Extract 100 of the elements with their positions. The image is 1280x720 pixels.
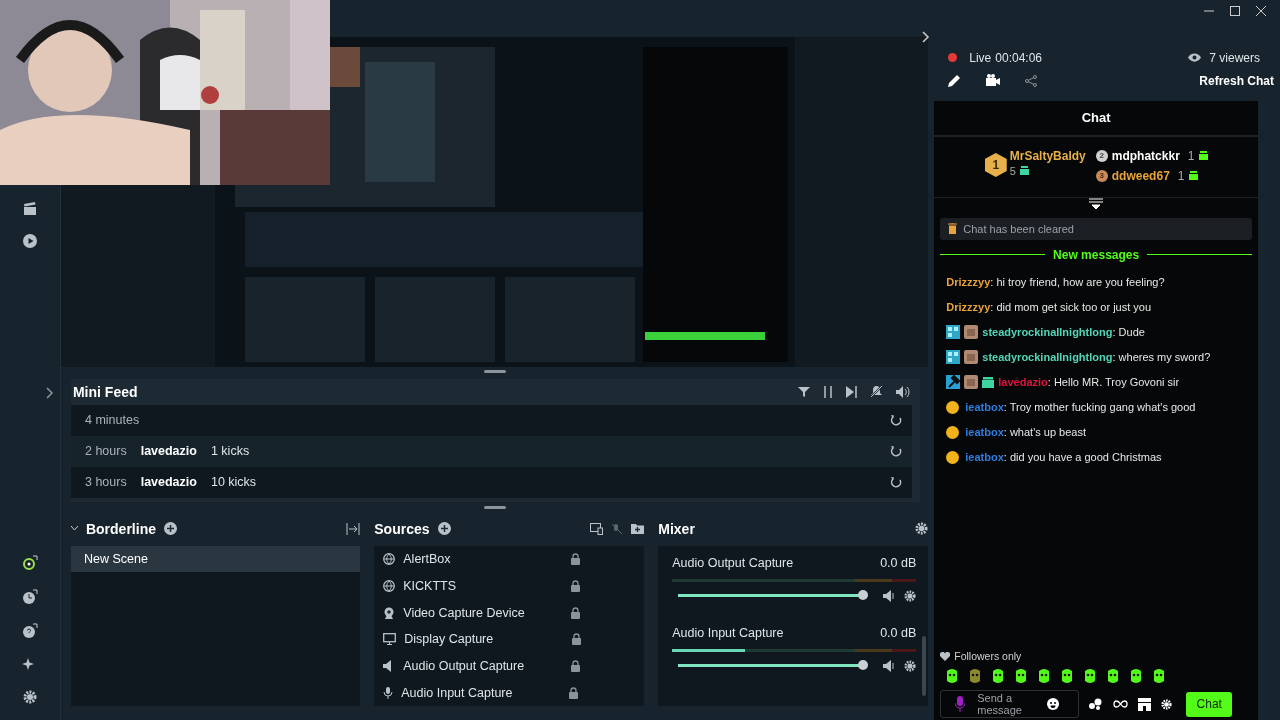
event-user: lavedazio bbox=[140, 444, 197, 459]
gifter-name: ddweed67 bbox=[1111, 168, 1170, 183]
clock-icon[interactable] bbox=[21, 589, 38, 605]
message-text: : hi troy friend, how are you feeling? bbox=[990, 276, 1165, 289]
lock-icon[interactable] bbox=[571, 606, 581, 619]
gift-icon bbox=[1188, 171, 1198, 181]
infinity-icon[interactable] bbox=[1113, 700, 1129, 708]
event-amount: 1 kicks bbox=[210, 444, 250, 459]
muted-bell-icon[interactable] bbox=[870, 385, 884, 399]
play-icon[interactable] bbox=[22, 233, 37, 248]
event-time: 3 hours bbox=[84, 475, 127, 490]
mic-slash-icon[interactable] bbox=[611, 522, 624, 535]
chat-username[interactable]: lavedazio bbox=[998, 376, 1048, 389]
message-text: : Dude bbox=[1112, 326, 1145, 339]
event-time: 4 minutes bbox=[84, 413, 140, 428]
microphone-icon bbox=[383, 686, 394, 699]
avatar-icon bbox=[964, 375, 979, 390]
split-icon[interactable] bbox=[346, 522, 361, 535]
close-icon[interactable] bbox=[1256, 6, 1266, 16]
eye-icon bbox=[1188, 53, 1202, 63]
event-time: 2 hours bbox=[84, 444, 127, 459]
filter-icon[interactable] bbox=[798, 385, 811, 398]
message-field[interactable]: Send a message bbox=[940, 690, 1080, 718]
lock-icon[interactable] bbox=[571, 659, 581, 672]
trash-icon bbox=[948, 223, 958, 235]
chevron-right-icon[interactable] bbox=[922, 30, 931, 43]
chat-username[interactable]: ieatbox bbox=[965, 401, 1004, 414]
webcam-icon bbox=[383, 606, 396, 619]
globe-icon bbox=[383, 579, 396, 592]
video-camera-icon[interactable] bbox=[986, 74, 1001, 88]
avatar-icon bbox=[964, 350, 979, 365]
panel-title: Sources bbox=[374, 520, 430, 537]
folder-add-icon[interactable] bbox=[631, 523, 645, 535]
stream-timer: 00:04:06 bbox=[995, 50, 1042, 65]
message-text: : did you have a good Christmas bbox=[1003, 451, 1162, 464]
refresh-chat-button[interactable]: Refresh Chat bbox=[1199, 73, 1274, 88]
gift-count: 5 bbox=[1009, 164, 1016, 177]
coin-icon bbox=[946, 400, 960, 414]
clapperboard-icon[interactable] bbox=[22, 201, 37, 215]
devices-icon[interactable] bbox=[590, 522, 604, 535]
og-badge-icon bbox=[946, 325, 961, 340]
source-name: Video Capture Device bbox=[403, 605, 526, 620]
help-icon[interactable] bbox=[21, 623, 38, 639]
spinner-icon[interactable] bbox=[21, 555, 38, 571]
store-icon[interactable] bbox=[1138, 697, 1152, 711]
microphone-icon bbox=[955, 696, 966, 712]
channel-name: Audio Output Capture bbox=[672, 555, 794, 570]
chat-username[interactable]: ieatbox bbox=[965, 426, 1004, 439]
maximize-icon[interactable] bbox=[1230, 6, 1240, 16]
source-item[interactable]: KICKTTS bbox=[374, 572, 645, 600]
dots-icon[interactable] bbox=[1089, 698, 1104, 710]
gift-count: 1 bbox=[1187, 148, 1195, 163]
volume-icon[interactable] bbox=[883, 659, 896, 672]
panel-title: Mixer bbox=[658, 520, 695, 537]
gift-icon bbox=[1019, 166, 1029, 176]
lock-icon[interactable] bbox=[571, 553, 581, 566]
collapse-icon[interactable] bbox=[1089, 197, 1104, 209]
share-icon[interactable] bbox=[1025, 74, 1038, 87]
volume-icon[interactable] bbox=[883, 589, 896, 602]
channel-name: Audio Input Capture bbox=[672, 625, 784, 640]
lock-icon[interactable] bbox=[569, 686, 579, 699]
settings-icon[interactable] bbox=[915, 522, 929, 536]
scene-item[interactable]: New Scene bbox=[70, 545, 361, 572]
message-text: : Hello MR. Troy Govoni sir bbox=[1047, 376, 1180, 389]
emoji-icon[interactable] bbox=[1047, 698, 1060, 710]
lock-icon[interactable] bbox=[571, 579, 581, 592]
pencil-icon[interactable] bbox=[948, 74, 962, 88]
message-text: : wheres my sword? bbox=[1112, 351, 1211, 364]
add-icon[interactable] bbox=[437, 522, 451, 536]
resize-handle[interactable] bbox=[483, 369, 506, 373]
settings-icon[interactable] bbox=[22, 690, 37, 704]
source-item[interactable]: Video Capture Device bbox=[374, 599, 645, 626]
chevron-right-icon[interactable] bbox=[45, 386, 54, 399]
pause-icon[interactable] bbox=[823, 385, 834, 398]
source-item[interactable]: AlertBox bbox=[374, 545, 645, 573]
add-icon[interactable] bbox=[163, 522, 177, 536]
event-user: lavedazio bbox=[140, 475, 197, 490]
settings-icon[interactable] bbox=[904, 589, 917, 602]
source-name: KICKTTS bbox=[403, 578, 458, 593]
replay-icon[interactable] bbox=[890, 445, 903, 458]
rank-number: 1 bbox=[992, 157, 1000, 172]
collapse-caret-icon[interactable] bbox=[70, 526, 78, 532]
volume-icon[interactable] bbox=[896, 385, 911, 398]
chat-send-button[interactable]: Chat bbox=[1186, 691, 1233, 717]
skip-icon[interactable] bbox=[846, 385, 858, 398]
replay-icon[interactable] bbox=[890, 476, 903, 489]
channel-reading: 0.0 dB bbox=[880, 625, 917, 640]
panel-title: Borderline bbox=[85, 520, 156, 537]
channel-reading: 0.0 dB bbox=[880, 555, 917, 570]
settings-icon[interactable] bbox=[904, 659, 917, 672]
lock-icon[interactable] bbox=[572, 633, 582, 646]
chat-username[interactable]: ieatbox bbox=[965, 451, 1004, 464]
resize-handle[interactable] bbox=[483, 505, 506, 509]
source-item[interactable]: Audio Input Capture bbox=[374, 679, 645, 706]
source-item[interactable]: Audio Output Capture bbox=[374, 652, 645, 680]
hammer-icon bbox=[946, 375, 961, 390]
gifter-name: MrSaltyBaldy bbox=[1009, 148, 1086, 163]
source-item[interactable]: Display Capture bbox=[374, 625, 645, 653]
replay-icon[interactable] bbox=[890, 414, 903, 427]
source-name: Display Capture bbox=[404, 632, 495, 647]
